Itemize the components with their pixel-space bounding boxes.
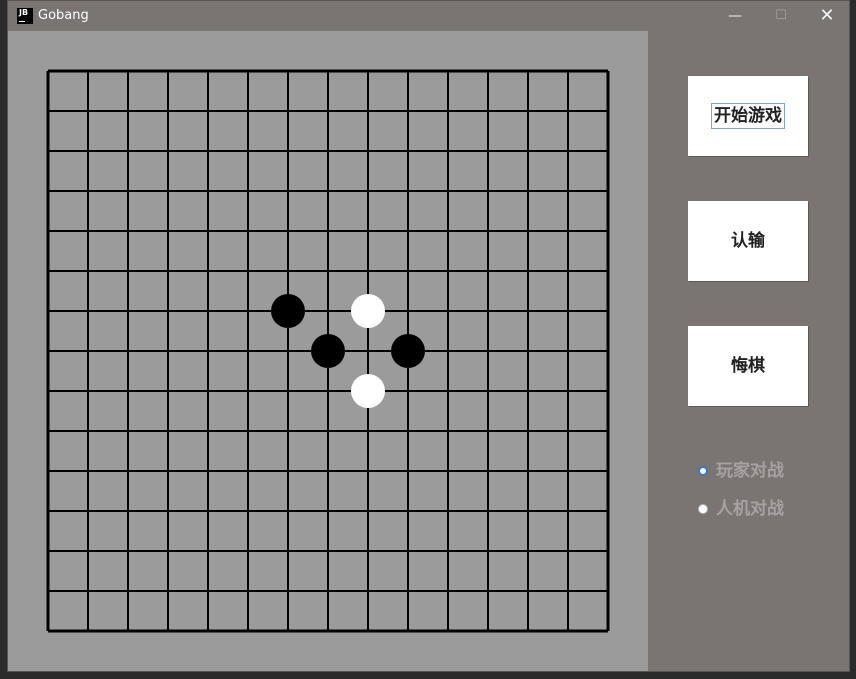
mode-label-pve: 人机对战 [716,499,784,519]
black-stone [391,334,425,368]
start-game-button[interactable]: 开始游戏 [688,76,808,156]
maximize-button[interactable]: ☐ [758,1,804,31]
white-stone [351,374,385,408]
undo-button[interactable]: 悔棋 [688,326,808,406]
minimize-button[interactable]: — [712,1,758,31]
close-button[interactable]: ✕ [804,1,850,31]
mode-label-pvp: 玩家对战 [716,461,784,481]
board-area[interactable] [8,31,648,671]
undo-label: 悔棋 [731,356,765,376]
gobang-window: JB Gobang — ☐ ✕ 开始游戏 认输 悔棋 玩家对战 人机对战 [7,0,850,672]
surrender-label: 认输 [731,231,765,251]
app-icon: JB [17,8,33,24]
white-stone [351,294,385,328]
window-title: Gobang [38,8,89,23]
radio-unselected-icon [698,504,708,514]
radio-selected-icon [698,466,708,476]
start-game-label: 开始游戏 [711,103,785,129]
title-bar: JB Gobang — ☐ ✕ [8,1,849,31]
gobang-board[interactable] [8,31,648,671]
black-stone [311,334,345,368]
black-stone [271,294,305,328]
surrender-button[interactable]: 认输 [688,201,808,281]
